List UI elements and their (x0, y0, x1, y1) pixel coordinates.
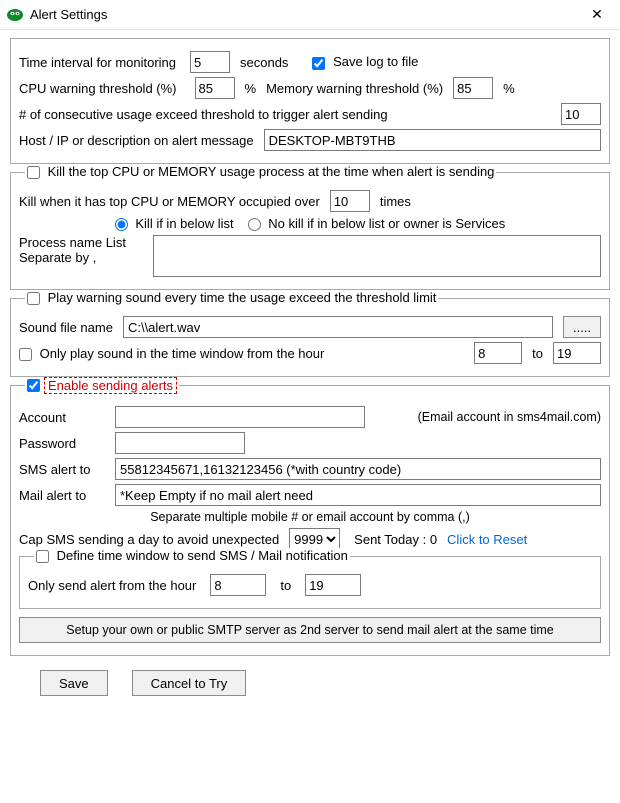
kill-radio-out-wrap[interactable]: No kill if in below list or owner is Ser… (248, 216, 506, 231)
kill-radio-in[interactable] (115, 218, 128, 231)
sound-checkbox-label: Play warning sound every time the usage … (48, 290, 437, 305)
interval-label: Time interval for monitoring (19, 55, 176, 70)
tw-checkbox[interactable] (36, 550, 49, 563)
tw-checkbox-wrap[interactable]: Define time window to send SMS / Mail no… (36, 548, 348, 563)
tw-from-label: Only send alert from the hour (28, 578, 196, 593)
process-list-label-b: Separate by , (19, 250, 149, 265)
process-list-input[interactable] (153, 235, 601, 277)
sent-today-label: Sent Today : 0 (354, 532, 437, 547)
sound-window-checkbox[interactable] (19, 348, 32, 361)
kill-over-label-b: times (380, 194, 411, 209)
tw-to-input[interactable] (305, 574, 361, 596)
password-input[interactable] (115, 432, 245, 454)
seconds-label: seconds (240, 55, 288, 70)
sound-group: Play warning sound every time the usage … (10, 298, 610, 377)
consecutive-label: # of consecutive usage exceed threshold … (19, 107, 388, 122)
sound-file-label: Sound file name (19, 320, 113, 335)
enable-alerts-checkbox[interactable] (27, 379, 40, 392)
consecutive-input[interactable] (561, 103, 601, 125)
tw-checkbox-label: Define time window to send SMS / Mail no… (57, 548, 348, 563)
cap-label: Cap SMS sending a day to avoid unexpecte… (19, 532, 279, 547)
process-list-label-a: Process name List (19, 235, 149, 250)
mail-label: Mail alert to (19, 488, 111, 503)
host-input[interactable] (264, 129, 601, 151)
separator-hint: Separate multiple mobile # or email acco… (150, 510, 470, 524)
tw-to-label: to (280, 578, 291, 593)
cpu-threshold-input[interactable] (195, 77, 235, 99)
kill-radio-in-label: Kill if in below list (135, 216, 233, 231)
account-input[interactable] (115, 406, 365, 428)
cap-combo[interactable]: 9999 (289, 528, 340, 550)
sound-checkbox[interactable] (27, 292, 40, 305)
kill-over-label-a: Kill when it has top CPU or MEMORY occup… (19, 194, 320, 209)
savelog-checkbox[interactable] (312, 57, 325, 70)
enable-alerts-label: Enable sending alerts (44, 377, 177, 394)
interval-input[interactable] (190, 51, 230, 73)
mail-input[interactable] (115, 484, 601, 506)
kill-radio-in-wrap[interactable]: Kill if in below list (115, 216, 234, 231)
sound-from-input[interactable] (474, 342, 522, 364)
footer: Save Cancel to Try (10, 664, 610, 696)
sound-window-label: Only play sound in the time window from … (40, 346, 325, 361)
alert-time-window-group: Define time window to send SMS / Mail no… (19, 556, 601, 609)
kill-checkbox-wrap[interactable]: Kill the top CPU or MEMORY usage process… (27, 164, 494, 179)
app-icon (6, 6, 24, 24)
close-icon: ✕ (591, 6, 603, 23)
window-title: Alert Settings (30, 7, 107, 22)
savelog-checkbox-wrap[interactable]: Save log to file (312, 54, 418, 69)
reset-link[interactable]: Click to Reset (447, 532, 527, 547)
monitoring-group: Time interval for monitoring seconds Sav… (10, 38, 610, 164)
account-label: Account (19, 410, 111, 425)
kill-checkbox-label: Kill the top CPU or MEMORY usage process… (48, 164, 495, 179)
sound-checkbox-wrap[interactable]: Play warning sound every time the usage … (27, 290, 436, 305)
account-hint: (Email account in sms4mail.com) (418, 410, 601, 424)
sound-browse-button[interactable]: ..... (563, 316, 601, 338)
mem-threshold-input[interactable] (453, 77, 493, 99)
sound-to-input[interactable] (553, 342, 601, 364)
kill-radio-out[interactable] (248, 218, 261, 231)
sms-label: SMS alert to (19, 462, 111, 477)
sound-file-input[interactable] (123, 316, 553, 338)
mem-percent-label: % (503, 81, 515, 96)
cpu-threshold-label: CPU warning threshold (%) (19, 81, 177, 96)
smtp-setup-button[interactable]: Setup your own or public SMTP server as … (19, 617, 601, 643)
cancel-button[interactable]: Cancel to Try (132, 670, 247, 696)
alerts-group: Enable sending alerts Account (Email acc… (10, 385, 610, 656)
cpu-percent-label: % (245, 81, 257, 96)
password-label: Password (19, 436, 111, 451)
sound-window-checkbox-wrap[interactable]: Only play sound in the time window from … (19, 346, 324, 361)
sms-input[interactable] (115, 458, 601, 480)
mem-threshold-label: Memory warning threshold (%) (266, 81, 443, 96)
sound-to-label: to (532, 346, 543, 361)
save-button[interactable]: Save (40, 670, 108, 696)
kill-group: Kill the top CPU or MEMORY usage process… (10, 172, 610, 290)
kill-over-input[interactable] (330, 190, 370, 212)
host-label: Host / IP or description on alert messag… (19, 133, 254, 148)
titlebar: Alert Settings ✕ (0, 0, 620, 30)
kill-radio-out-label: No kill if in below list or owner is Ser… (268, 216, 505, 231)
savelog-label: Save log to file (333, 54, 418, 69)
tw-from-input[interactable] (210, 574, 266, 596)
kill-checkbox[interactable] (27, 166, 40, 179)
close-button[interactable]: ✕ (582, 3, 612, 27)
